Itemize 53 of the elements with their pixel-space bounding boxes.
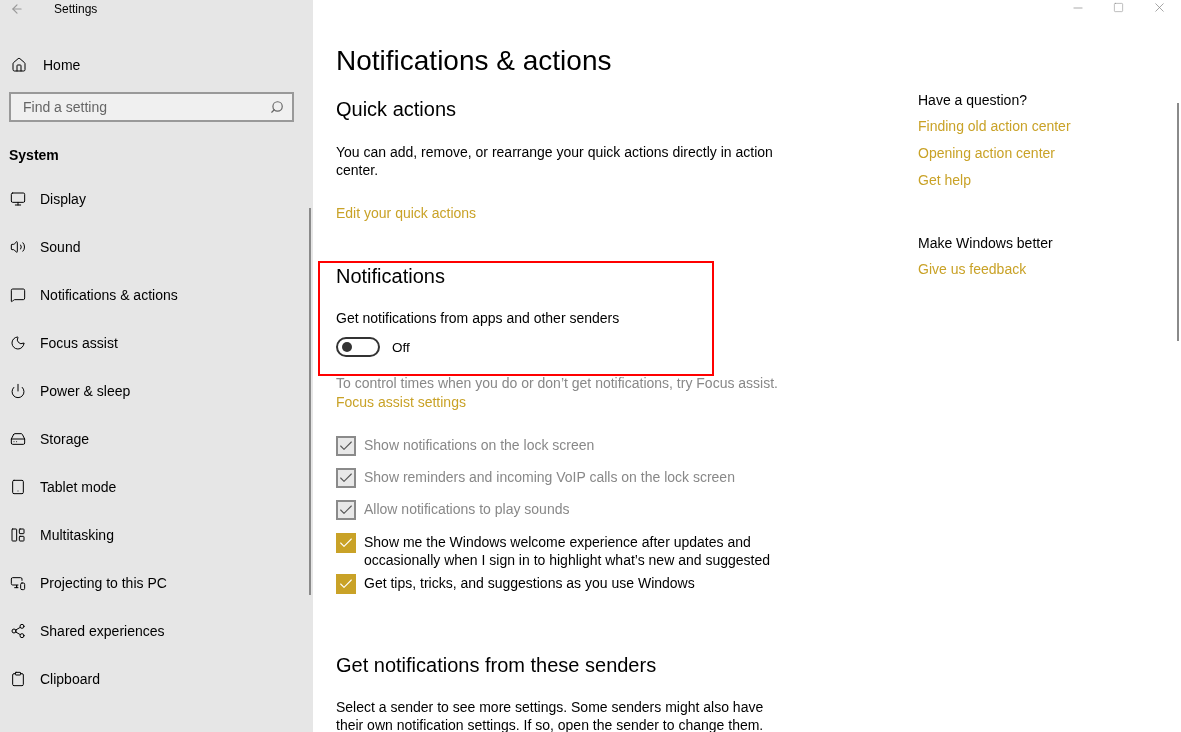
drive-icon — [10, 431, 26, 447]
toggle-state: Off — [392, 339, 410, 355]
toggle-label: Get notifications from apps and other senders — [336, 309, 621, 327]
page-title: Notifications & actions — [336, 44, 613, 78]
toggle-switch[interactable] — [336, 337, 380, 357]
home-icon — [11, 57, 27, 73]
window-title: Settings — [54, 2, 98, 16]
checkbox-label: Show me the Windows welcome experience after updates and occasionally when I sign in to highlight what’s new and suggested — [364, 533, 771, 569]
search-icon — [270, 100, 284, 114]
nav-item[interactable]: Notifications & actions — [0, 271, 313, 319]
tablet-icon — [10, 479, 26, 495]
section-heading: System — [9, 146, 60, 164]
section-heading: Notifications — [336, 264, 446, 289]
section-heading: Get notifications from these senders — [336, 653, 658, 678]
clipboard-icon — [10, 671, 26, 687]
nav-item[interactable]: Multitasking — [0, 511, 313, 559]
hint-text: To control times when you do or don’t get notifications, try Focus assist. — [336, 375, 778, 391]
nav-item[interactable]: Power & sleep — [0, 367, 313, 415]
section-heading: Quick actions — [336, 97, 458, 122]
checkbox[interactable] — [336, 533, 356, 553]
back-icon[interactable] — [10, 2, 24, 16]
power-icon — [10, 383, 26, 399]
scrollbar[interactable] — [1177, 103, 1179, 341]
speech-bubble-icon — [10, 287, 26, 303]
speaker-icon — [10, 239, 26, 255]
monitor-icon — [10, 191, 26, 207]
nav-item[interactable]: Display — [0, 175, 313, 223]
share-icon — [10, 623, 26, 639]
search-field[interactable]: Find a setting — [9, 92, 294, 122]
checkbox-label: Get tips, tricks, and suggestions as you use Windows — [364, 574, 696, 592]
nav-item[interactable]: Projecting to this PC — [0, 559, 313, 607]
nav-item[interactable]: Clipboard — [0, 655, 313, 703]
devices-icon — [10, 575, 26, 591]
window-layout-icon — [10, 527, 26, 543]
moon-icon — [10, 335, 26, 351]
scrollbar[interactable] — [309, 208, 311, 595]
description-text: Select a sender to see more settings. Some senders might also have their own notification settings. If so, open the sender to change them. — [336, 698, 765, 732]
checkbox-label: Show reminders and incoming VoIP calls on the lock screen — [364, 468, 736, 486]
checkbox-label: Allow notifications to play sounds — [364, 500, 571, 518]
close-icon[interactable] — [1152, 0, 1167, 15]
nav-item[interactable]: Storage — [0, 415, 313, 463]
nav-item[interactable]: Tablet mode — [0, 463, 313, 511]
nav-item[interactable]: Sound — [0, 223, 313, 271]
maximize-icon[interactable] — [1113, 2, 1124, 13]
search-input[interactable]: Find a setting — [21, 98, 270, 116]
checkbox-label: Show notifications on the lock screen — [364, 436, 596, 454]
aside-heading: Make Windows better — [918, 235, 1054, 251]
home-link[interactable]: Home — [0, 55, 313, 75]
checkbox[interactable] — [336, 574, 356, 594]
nav-item[interactable]: Shared experiences — [0, 607, 313, 655]
description-text: You can add, remove, or rearrange your quick actions directly in action center. — [336, 143, 774, 179]
nav-item[interactable]: Focus assist — [0, 319, 313, 367]
aside-heading: Have a question? — [918, 92, 1028, 108]
